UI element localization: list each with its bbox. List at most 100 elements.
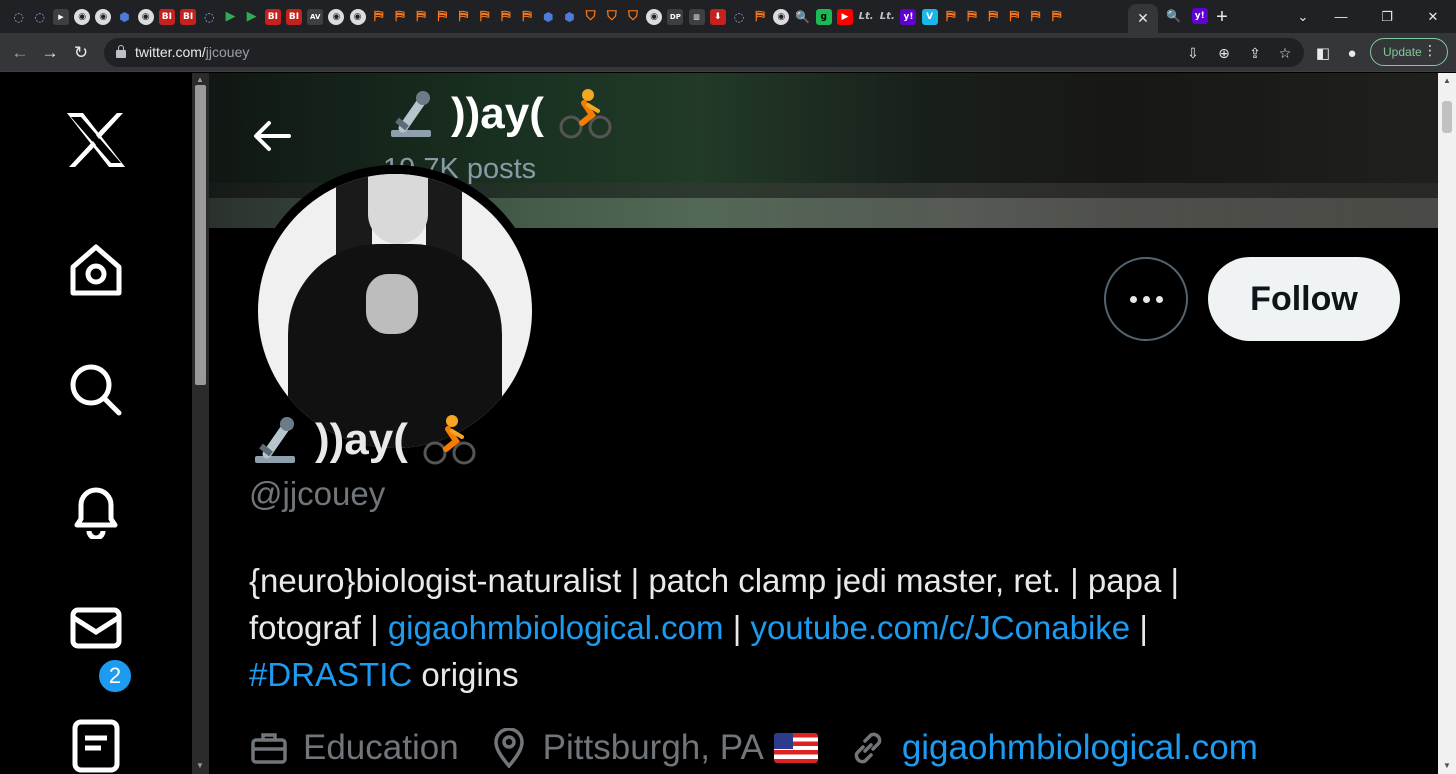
tab-favicon-icon[interactable]: y! (1191, 8, 1208, 24)
share-icon[interactable]: ⇪ (1245, 43, 1265, 63)
tab-favicon-icon[interactable]: Lt. (879, 9, 895, 25)
page-scrollbar-thumb[interactable] (1442, 101, 1452, 133)
tab-favicon-icon[interactable]: Lt. (858, 9, 874, 25)
tab-favicon-icon[interactable]: ⛿ (371, 9, 387, 25)
follow-button[interactable]: Follow (1208, 257, 1400, 341)
scroll-down-icon[interactable]: ▼ (1443, 761, 1451, 770)
tab-favicon-icon[interactable]: DP (667, 8, 684, 25)
update-button[interactable]: Update ⋮ (1370, 38, 1448, 66)
tab-favicon-icon[interactable]: ⛿ (413, 9, 429, 25)
tab-favicon-icon[interactable]: V (921, 8, 938, 25)
tab-favicon-icon[interactable]: ◉ (646, 8, 663, 25)
tab-favicon-icon[interactable]: ⛿ (498, 9, 514, 25)
minimize-button[interactable]: — (1318, 0, 1364, 33)
bio-hashtag-link[interactable]: #DRASTIC (249, 656, 412, 693)
lock-icon[interactable] (116, 45, 126, 59)
tab-favicon-icon[interactable]: BI (180, 8, 197, 25)
pinned-tab-favicons: ◌ ◌ ▶ ◉ ◉ ⬢ ◉ BI BI ◌ ▶ ▶ BI BI AV ◉ ◉ ⛿ ⛿ ⛿ ⛿ ⛿ ⛿ ⛿ ⛿ ⬢ ⬢ ⛉ ⛉ ⛉ ◉ DP ▥ ⬇… (0, 0, 1124, 33)
tab-favicon-icon[interactable]: ◌ (11, 9, 27, 25)
tab-favicon-icon[interactable]: 🔍 (795, 9, 811, 25)
scroll-up-icon[interactable]: ▲ (1443, 76, 1451, 85)
back-icon[interactable]: ← (8, 41, 32, 65)
install-app-icon[interactable]: ⇩ (1183, 43, 1203, 63)
cyclist-icon (558, 87, 612, 141)
tab-favicon-icon[interactable]: ⬢ (540, 9, 556, 25)
tab-favicon-icon[interactable]: ◌ (731, 9, 747, 25)
tab-favicon-icon[interactable]: ⛿ (477, 9, 493, 25)
page-scrollbar[interactable]: ▲ ▼ (1438, 73, 1456, 774)
side-panel-icon[interactable]: ◧ (1311, 41, 1335, 65)
x-logo-icon[interactable] (64, 108, 128, 172)
bio-link-youtube[interactable]: youtube.com/c/JConabike (750, 609, 1130, 646)
close-window-button[interactable]: ✕ (1410, 0, 1456, 33)
tab-favicon-icon[interactable]: ◉ (74, 8, 91, 25)
tab-favicon-icon[interactable]: ⬢ (117, 9, 133, 25)
new-tab-button[interactable]: + (1212, 6, 1232, 29)
tab-favicon-icon[interactable]: ◉ (137, 8, 154, 25)
restore-button[interactable]: ❐ (1364, 0, 1410, 33)
tab-favicon-icon[interactable]: ⛿ (392, 9, 408, 25)
profile-category: Education (249, 728, 459, 768)
active-tab[interactable]: ✕ (1128, 4, 1158, 33)
zoom-icon[interactable]: ⊕ (1214, 43, 1234, 63)
more-options-button[interactable] (1104, 257, 1188, 341)
tab-favicon-icon[interactable]: ◉ (349, 8, 366, 25)
tab-favicon-icon[interactable]: ▶ (836, 8, 853, 25)
tab-favicon-icon[interactable]: ⛉ (625, 9, 641, 25)
search-icon[interactable] (64, 358, 128, 422)
website-link[interactable]: gigaohmbiological.com (902, 728, 1258, 768)
menu-dots-icon[interactable]: ⋮ (1423, 42, 1437, 59)
tab-favicon-icon[interactable]: y! (900, 8, 917, 25)
reload-icon[interactable]: ↻ (69, 41, 93, 65)
tab-favicon-icon[interactable]: ⛿ (1049, 9, 1065, 25)
tab-favicon-icon[interactable]: ⛿ (1006, 9, 1022, 25)
profile-column: ))ay( 19.7K posts Follow ))ay( @jjcouey … (209, 73, 1438, 774)
tab-favicon-icon[interactable]: ◌ (201, 9, 217, 25)
bio-line: #DRASTIC origins (249, 656, 519, 693)
nav-scrollbar-thumb[interactable] (195, 85, 206, 385)
tab-favicon-icon[interactable]: BI (158, 8, 175, 25)
forward-icon[interactable]: → (38, 41, 62, 65)
tab-favicon-icon[interactable]: ⛉ (583, 9, 599, 25)
tab-favicon-icon[interactable]: 🔍 (1166, 8, 1182, 24)
tab-favicon-icon[interactable]: ◌ (32, 9, 48, 25)
tab-favicon-icon[interactable]: ▶ (52, 8, 69, 25)
tab-favicon-icon[interactable]: ▶ (244, 9, 260, 25)
profile-website[interactable]: gigaohmbiological.com (848, 728, 1258, 768)
tab-favicon-icon[interactable]: ⬇ (709, 8, 726, 25)
tab-favicon-icon[interactable]: AV (307, 8, 324, 25)
messages-envelope-icon[interactable] (64, 595, 128, 659)
tab-favicon-icon[interactable]: BI (264, 8, 281, 25)
tab-favicon-icon[interactable]: ⬢ (561, 9, 577, 25)
bio-link-website[interactable]: gigaohmbiological.com (388, 609, 724, 646)
tab-favicon-icon[interactable]: ▥ (688, 8, 705, 25)
bookmark-star-icon[interactable]: ☆ (1275, 43, 1295, 63)
address-bar[interactable]: twitter.com/jjcouey ⇩ ⊕ ⇪ ☆ (104, 38, 1304, 67)
scroll-down-icon[interactable]: ▼ (196, 761, 204, 770)
url-text[interactable]: twitter.com/jjcouey (135, 44, 249, 60)
tab-favicon-icon[interactable]: ◉ (95, 8, 112, 25)
nav-scrollbar[interactable]: ▲ ▼ (192, 73, 209, 774)
tab-favicon-icon[interactable]: ⛿ (456, 9, 472, 25)
close-tab-icon[interactable]: ✕ (1137, 10, 1149, 27)
notifications-bell-icon[interactable] (64, 478, 128, 542)
tab-favicon-icon[interactable]: g (815, 8, 832, 25)
scroll-up-icon[interactable]: ▲ (196, 75, 204, 84)
back-arrow-icon[interactable] (249, 113, 295, 159)
tab-favicon-icon[interactable]: ⛿ (964, 9, 980, 25)
home-icon[interactable] (64, 238, 128, 302)
tab-favicon-icon[interactable]: ⛿ (519, 9, 535, 25)
lists-icon[interactable] (64, 713, 128, 774)
tab-favicon-icon[interactable]: ⛉ (604, 9, 620, 25)
briefcase-icon (249, 728, 289, 768)
tab-favicon-icon[interactable]: ⛿ (1028, 9, 1044, 25)
tab-favicon-icon[interactable]: ⛿ (985, 9, 1001, 25)
tab-favicon-icon[interactable]: ⛿ (434, 9, 450, 25)
tab-favicon-icon[interactable]: BI (286, 8, 303, 25)
profile-icon[interactable]: ● (1340, 41, 1364, 65)
tab-favicon-icon[interactable]: ◉ (773, 8, 790, 25)
tab-favicon-icon[interactable]: ⛿ (752, 9, 768, 25)
tab-favicon-icon[interactable]: ▶ (222, 9, 238, 25)
tab-favicon-icon[interactable]: ⛿ (943, 9, 959, 25)
tab-favicon-icon[interactable]: ◉ (328, 8, 345, 25)
